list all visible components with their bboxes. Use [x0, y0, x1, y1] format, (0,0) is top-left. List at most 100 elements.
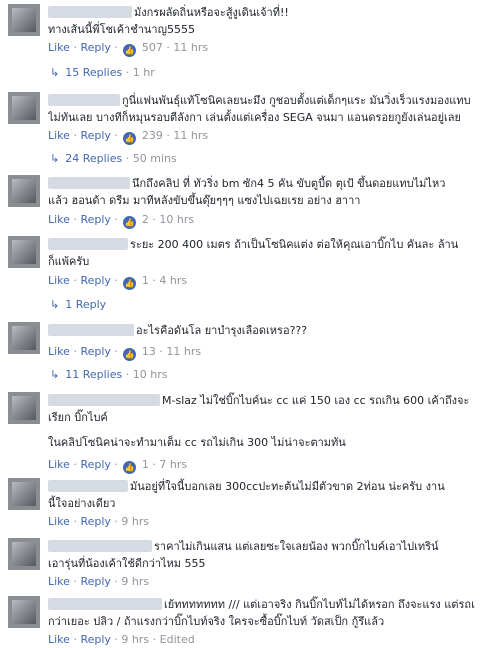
reaction-count[interactable]: 1 — [142, 458, 149, 471]
replies-timestamp: 50 mins — [132, 152, 177, 165]
comment-text: แล้ว ฮอนด้า ดรีม มาทีหลังขับขึ้นดุ๊ยๆๆๆ … — [48, 194, 361, 207]
reply-button[interactable]: Reply — [80, 633, 110, 646]
timestamp[interactable]: 11 hrs — [173, 129, 208, 142]
redacted-name[interactable] — [48, 480, 128, 492]
comment-actions: Like · Reply · 9 hrs — [48, 515, 150, 528]
timestamp[interactable]: 11 hrs — [173, 41, 208, 54]
reply-button[interactable]: Reply — [80, 213, 110, 226]
timestamp[interactable]: 4 hrs — [159, 274, 187, 287]
replies-label: 11 Replies — [65, 368, 123, 381]
comment-text: นี้ใจอย่างเดียว — [48, 497, 116, 510]
replies-label: 24 Replies — [65, 152, 123, 165]
timestamp[interactable]: 9 hrs — [121, 515, 149, 528]
reply-arrow-icon: ↳ — [50, 152, 60, 165]
view-replies-link[interactable]: ↳ 11 Replies · 10 hrs — [50, 368, 167, 381]
like-reaction-icon: 👍 — [123, 216, 137, 229]
comment-text: กูนี่แฟนพันธุ์แท้โซนิคเลยนะมึง กูชอบตั้ง… — [122, 94, 471, 107]
comment-text: ราคาไม่เกินแสน แต่เลยซะใจเลยน้อง พวกบิ๊ก… — [154, 540, 439, 553]
redacted-name[interactable] — [48, 324, 134, 336]
comment-text: ในคลิปโซนิคน่าจะทำมาเต็ม cc รถไม่เกิน 30… — [48, 436, 346, 449]
reply-button[interactable]: Reply — [80, 515, 110, 528]
comment-text: มังกรผลัดถิ่นหรือจะสู้งูเดินเจ้าที่!! — [134, 6, 289, 19]
like-button[interactable]: Like — [48, 575, 70, 588]
view-replies-link[interactable]: ↳ 1 Reply — [50, 298, 106, 311]
avatar[interactable] — [8, 236, 40, 268]
timestamp[interactable]: 7 hrs — [159, 458, 187, 471]
reaction-count[interactable]: 239 — [142, 129, 163, 142]
reply-button[interactable]: Reply — [80, 345, 110, 358]
replies-label: 1 Reply — [65, 298, 107, 311]
like-button[interactable]: Like — [48, 345, 70, 358]
replies-timestamp: 1 hr — [132, 66, 155, 79]
comment-text: ทางเส้นนี้พี่โชเค้าชำนาญ5555 — [48, 23, 195, 36]
avatar[interactable] — [8, 538, 40, 570]
redacted-name[interactable] — [48, 598, 162, 610]
reply-arrow-icon: ↳ — [50, 298, 60, 311]
redacted-name[interactable] — [48, 394, 160, 406]
comment-actions: Like · Reply · 👍 2 · 10 hrs — [48, 213, 195, 229]
reaction-count[interactable]: 2 — [142, 213, 149, 226]
edited-label[interactable]: Edited — [160, 633, 195, 646]
timestamp[interactable]: 9 hrs — [121, 633, 149, 646]
reaction-count[interactable]: 13 — [142, 345, 156, 358]
like-reaction-icon: 👍 — [123, 277, 137, 290]
comment-text: เรียก บิ๊กไบค์ — [48, 411, 108, 424]
reply-arrow-icon: ↳ — [50, 368, 60, 381]
like-button[interactable]: Like — [48, 41, 70, 54]
like-reaction-icon: 👍 — [123, 348, 137, 361]
reaction-count[interactable]: 1 — [142, 274, 149, 287]
view-replies-link[interactable]: ↳ 15 Replies · 1 hr — [50, 66, 155, 79]
reply-arrow-icon: ↳ — [50, 66, 60, 79]
comment-text: เย้ททททททท /// แต่เอาจริง กินบิ๊กไบท์ไม่… — [164, 598, 475, 611]
comment-actions: Like · Reply · 9 hrs · Edited — [48, 633, 195, 646]
redacted-name[interactable] — [48, 540, 152, 552]
like-button[interactable]: Like — [48, 274, 70, 287]
comment-text: เอารุ่นที่น้องเค้าใช้ดีกว่าไหม 555 — [48, 557, 206, 570]
comment-text: อะไรคือดันโล ยาบำรุงเลือดเหรอ??? — [136, 324, 308, 337]
view-replies-link[interactable]: ↳ 24 Replies · 50 mins — [50, 152, 177, 165]
replies-label: 15 Replies — [65, 66, 123, 79]
like-reaction-icon: 👍 — [123, 132, 137, 145]
avatar[interactable] — [8, 4, 40, 36]
timestamp[interactable]: 9 hrs — [121, 575, 149, 588]
comment-actions: Like · Reply · 👍 507 · 11 hrs — [48, 41, 209, 57]
like-button[interactable]: Like — [48, 458, 70, 471]
avatar[interactable] — [8, 175, 40, 207]
redacted-name[interactable] — [48, 94, 120, 106]
like-reaction-icon: 👍 — [123, 461, 137, 474]
timestamp[interactable]: 10 hrs — [159, 213, 194, 226]
reply-button[interactable]: Reply — [80, 458, 110, 471]
reply-button[interactable]: Reply — [80, 129, 110, 142]
comment-text: M-slaz ไม่ใช่บิ๊กไบค์นะ cc แค่ 150 เอง c… — [162, 394, 470, 407]
reply-button[interactable]: Reply — [80, 575, 110, 588]
comment-actions: Like · Reply · 9 hrs — [48, 575, 150, 588]
avatar[interactable] — [8, 92, 40, 124]
comment-thread: มังกรผลัดถิ่นหรือจะสู้งูเดินเจ้าที่!! ทา… — [0, 0, 481, 648]
comment-actions: Like · Reply · 👍 239 · 11 hrs — [48, 129, 209, 145]
comment-text: ก็แพ้ครับ — [48, 255, 90, 268]
comment-text: กว่าเยอะ ปลิว / ถ้าแรงกว่าบิ๊กไบท์จริง ใ… — [48, 615, 385, 628]
like-button[interactable]: Like — [48, 633, 70, 646]
like-button[interactable]: Like — [48, 515, 70, 528]
comment-actions: Like · Reply · 👍 13 · 11 hrs — [48, 345, 202, 361]
comment-text: นึกถึงคลิป ที่ ทัวริ่ง bm ซัก4 5 คัน ขับ… — [132, 177, 446, 190]
avatar[interactable] — [8, 478, 40, 510]
comment-actions: Like · Reply · 👍 1 · 7 hrs — [48, 458, 188, 474]
reply-button[interactable]: Reply — [80, 274, 110, 287]
timestamp[interactable]: 11 hrs — [166, 345, 201, 358]
comment-text: ไม่ทันเลย บางทีก็หมุนรอบตีลังกา เล่นตั้ง… — [48, 111, 461, 124]
avatar[interactable] — [8, 392, 40, 424]
like-button[interactable]: Like — [48, 129, 70, 142]
redacted-name[interactable] — [48, 177, 130, 189]
replies-timestamp: 10 hrs — [132, 368, 168, 381]
avatar[interactable] — [8, 322, 40, 354]
reaction-count[interactable]: 507 — [142, 41, 163, 54]
redacted-name[interactable] — [48, 6, 132, 18]
comment-text: มันอยู่ที่ใจนี้บอกเลย 300ccปะทะต้นไม่มีต… — [130, 480, 445, 493]
reply-button[interactable]: Reply — [80, 41, 110, 54]
avatar[interactable] — [8, 596, 40, 628]
redacted-name[interactable] — [48, 238, 128, 250]
comment-text: ระยะ 200 400 เมตร ถ้าเป็นโซนิคแต่ง ต่อให… — [130, 238, 459, 251]
like-button[interactable]: Like — [48, 213, 70, 226]
comment-actions: Like · Reply · 👍 1 · 4 hrs — [48, 274, 188, 290]
